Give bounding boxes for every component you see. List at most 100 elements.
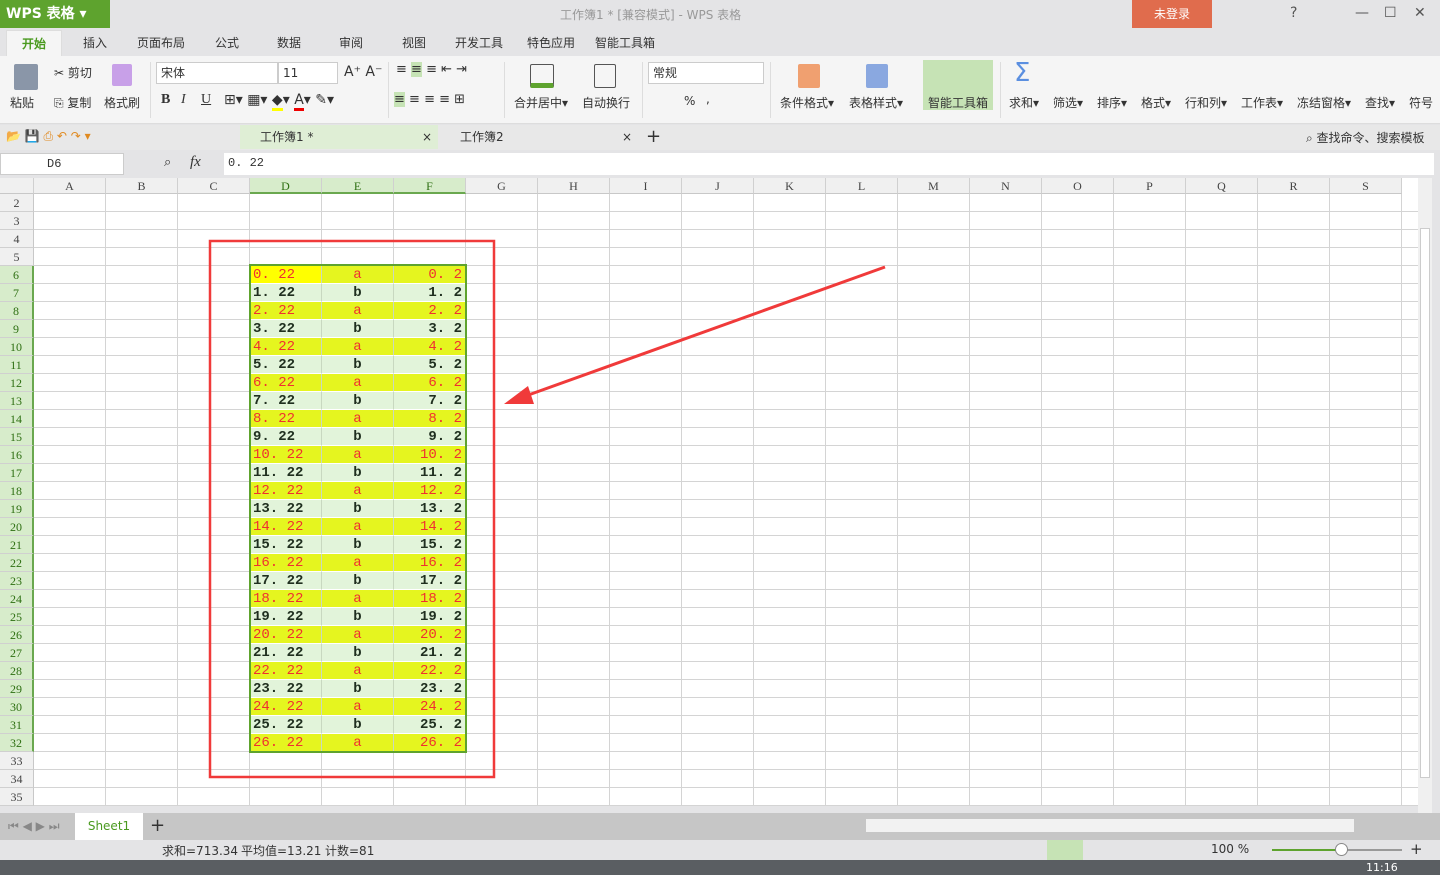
minimize-button[interactable]: — [1355, 5, 1369, 21]
quick-access-icons[interactable]: 📂 💾 ⎙ ↶ ↷ ▾ [6, 129, 91, 144]
column-header-R[interactable]: R [1258, 178, 1330, 194]
horizontal-scrollbar[interactable] [866, 819, 1354, 832]
row-header-25[interactable]: 25 [0, 608, 34, 626]
row-header-29[interactable]: 29 [0, 680, 34, 698]
paste-button[interactable]: 粘贴 [10, 94, 34, 111]
symbol-button[interactable]: 符号 [1409, 94, 1433, 111]
select-all-corner[interactable] [0, 178, 34, 194]
app-menu-button[interactable]: WPS 表格 ▾ [0, 0, 110, 28]
row-header-19[interactable]: 19 [0, 500, 34, 518]
column-header-M[interactable]: M [898, 178, 970, 194]
worksheet-button[interactable]: 工作表▾ [1241, 94, 1283, 111]
row-header-6[interactable]: 6 [0, 266, 34, 284]
font-size-select[interactable]: 11 [278, 62, 338, 84]
underline-button[interactable]: U [201, 92, 211, 108]
tab-menu-8[interactable]: 特色应用 [518, 30, 584, 56]
comma-button[interactable]: , [706, 92, 710, 106]
column-header-O[interactable]: O [1042, 178, 1114, 194]
row-header-35[interactable]: 35 [0, 788, 34, 806]
row-header-4[interactable]: 4 [0, 230, 34, 248]
column-header-B[interactable]: B [106, 178, 178, 194]
column-header-K[interactable]: K [754, 178, 826, 194]
row-header-8[interactable]: 8 [0, 302, 34, 320]
row-header-3[interactable]: 3 [0, 212, 34, 230]
copy-button[interactable]: ⎘ 复制 [54, 94, 91, 111]
row-header-15[interactable]: 15 [0, 428, 34, 446]
border-icon[interactable]: ⊞▾ ▦▾ ◆▾ A▾ ✎▾ [224, 92, 334, 111]
row-header-27[interactable]: 27 [0, 644, 34, 662]
rows-columns-button[interactable]: 行和列▾ [1185, 94, 1227, 111]
sheet-nav-arrows[interactable]: ⏮ ◀ ▶ ⏭ [8, 819, 60, 834]
vertical-scrollbar[interactable] [1418, 178, 1432, 813]
merge-center-button[interactable]: 合并居中▾ [514, 94, 568, 111]
tab-workbook2[interactable]: 工作簿2 × [440, 125, 638, 149]
column-header-C[interactable]: C [178, 178, 250, 194]
cut-button[interactable]: ✂ 剪切 [54, 64, 92, 81]
number-format-select[interactable]: 常规 [648, 62, 764, 84]
row-header-17[interactable]: 17 [0, 464, 34, 482]
row-header-21[interactable]: 21 [0, 536, 34, 554]
column-header-D[interactable]: D [250, 178, 322, 194]
tab-menu-6[interactable]: 视图 [388, 30, 440, 56]
row-header-5[interactable]: 5 [0, 248, 34, 266]
percent-button[interactable]: % [684, 94, 695, 108]
formula-input[interactable]: 0. 22 [224, 153, 1434, 175]
vertical-scroll-thumb[interactable] [1420, 228, 1430, 778]
row-header-26[interactable]: 26 [0, 626, 34, 644]
column-header-F[interactable]: F [394, 178, 466, 194]
row-header-22[interactable]: 22 [0, 554, 34, 572]
align-left-icon[interactable]: ≡ ≡ ≡ ≡ ⊞ [394, 92, 465, 107]
column-header-N[interactable]: N [970, 178, 1042, 194]
tab-menu-9[interactable]: 智能工具箱 [590, 30, 660, 56]
zoom-slider[interactable] [1272, 843, 1402, 856]
tab-menu-1[interactable]: 插入 [70, 30, 120, 56]
format-painter-button[interactable]: 格式刷 [104, 94, 140, 111]
format-button[interactable]: 格式▾ [1141, 94, 1171, 111]
column-header-E[interactable]: E [322, 178, 394, 194]
tab-menu-3[interactable]: 公式 [200, 30, 254, 56]
row-header-7[interactable]: 7 [0, 284, 34, 302]
row-header-32[interactable]: 32 [0, 734, 34, 752]
wrap-text-button[interactable]: 自动换行 [582, 94, 630, 111]
name-box[interactable]: D6 [0, 153, 124, 175]
row-header-13[interactable]: 13 [0, 392, 34, 410]
fx-button[interactable]: fx [190, 154, 201, 171]
row-header-16[interactable]: 16 [0, 446, 34, 464]
help-button[interactable]: ? [1290, 5, 1297, 21]
row-header-24[interactable]: 24 [0, 590, 34, 608]
font-select[interactable]: 宋体 [156, 62, 278, 84]
tab-menu-2[interactable]: 页面布局 [130, 30, 192, 56]
row-header-28[interactable]: 28 [0, 662, 34, 680]
column-header-S[interactable]: S [1330, 178, 1402, 194]
row-header-23[interactable]: 23 [0, 572, 34, 590]
column-header-L[interactable]: L [826, 178, 898, 194]
row-header-2[interactable]: 2 [0, 194, 34, 212]
bold-button[interactable]: B [161, 92, 170, 108]
smart-toolbox-button[interactable]: 智能工具箱 [928, 94, 988, 111]
row-header-9[interactable]: 9 [0, 320, 34, 338]
tab-workbook1[interactable]: 工作簿1 * × [240, 125, 438, 149]
tab-menu-0[interactable]: 开始 [6, 30, 62, 56]
zoom-in-button[interactable]: + [1410, 840, 1423, 858]
increase-font-icon[interactable]: A⁺ A⁻ [344, 64, 382, 80]
align-top-icon[interactable]: ≡ ≡ ≡ ⇤ ⇥ [396, 62, 467, 77]
maximize-button[interactable]: ☐ [1384, 5, 1397, 21]
tab-menu-4[interactable]: 数据 [262, 30, 316, 56]
tab-menu-7[interactable]: 开发工具 [446, 30, 512, 56]
freeze-panes-button[interactable]: 冻结窗格▾ [1297, 94, 1351, 111]
column-header-G[interactable]: G [466, 178, 538, 194]
row-header-10[interactable]: 10 [0, 338, 34, 356]
tab-menu-5[interactable]: 审阅 [324, 30, 378, 56]
normal-view-button[interactable] [1047, 840, 1083, 860]
row-header-14[interactable]: 14 [0, 410, 34, 428]
new-tab-button[interactable]: + [646, 126, 661, 147]
italic-button[interactable]: I [181, 92, 186, 108]
row-header-34[interactable]: 34 [0, 770, 34, 788]
column-header-I[interactable]: I [610, 178, 682, 194]
filter-button[interactable]: 筛选▾ [1053, 94, 1083, 111]
row-header-20[interactable]: 20 [0, 518, 34, 536]
row-header-31[interactable]: 31 [0, 716, 34, 734]
row-header-33[interactable]: 33 [0, 752, 34, 770]
search-command[interactable]: ⌕ 查找命令、搜索模板 [1306, 129, 1425, 146]
spreadsheet-grid[interactable]: A B C D E F G H I J K L M N O P Q R S 2 3 4 5 6 7 8 9 10 11 12 13 14 15 1… [0, 178, 1418, 806]
